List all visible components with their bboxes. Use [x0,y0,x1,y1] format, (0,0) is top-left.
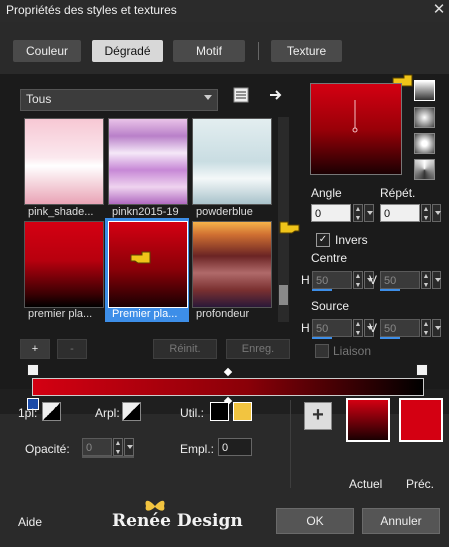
watermark-text: Renée Design [112,511,243,531]
foreground-stop-icon[interactable] [42,402,61,421]
link-label: Liaison [333,344,372,358]
invert-checkbox[interactable]: ✓ [316,233,330,247]
angle-dropdown[interactable] [364,204,374,222]
current-label: Actuel [349,477,383,491]
tab-degrade[interactable]: Dégradé [92,40,163,62]
repeat-label: Répét. [380,186,416,200]
angle-spinner[interactable]: ▲ ▼ [353,204,363,222]
pointer-hand-icon [279,221,300,234]
gradient-stop-top-right[interactable] [416,364,428,376]
location-input[interactable]: 0 [218,438,252,456]
radial-mode-button[interactable] [414,133,435,154]
cancel-button[interactable]: Annuler [362,508,440,534]
opacity-spinner[interactable]: ▲ ▼ [113,438,123,456]
remove-gradient-button[interactable]: - [57,339,87,359]
tab-couleur[interactable]: Couleur [13,40,81,62]
list-view-icon[interactable] [232,86,250,104]
centre-v-slider[interactable] [380,289,400,291]
repeat-dropdown[interactable] [432,204,441,222]
gradient-thumb[interactable] [24,118,104,205]
gradient-thumb[interactable] [192,221,272,308]
gradient-name: pink_shade... [28,206,94,218]
repeat-input[interactable]: 0 [380,204,420,222]
location-label: Empl.: [180,442,215,456]
reset-gradient-button[interactable]: Réinit. [153,339,217,359]
centre-h-slider[interactable] [312,289,332,291]
tab-separator [258,42,259,60]
opacity-label: Opacité: [25,442,70,456]
gradient-thumb[interactable] [192,118,272,205]
save-gradient-button[interactable]: Enreg. [226,339,290,359]
centre-v-dropdown[interactable] [432,271,441,289]
gradient-name: pinkn2015-19 [112,206,179,218]
ok-button[interactable]: OK [276,508,354,534]
add-gradient-button[interactable]: + [20,339,50,359]
sunburst-mode-button[interactable] [414,159,435,180]
centre-v-spinner[interactable]: ▲ ▼ [421,271,431,289]
opacity-slider[interactable] [82,456,134,458]
rectangular-mode-button[interactable] [414,107,435,128]
invert-label: Invers [335,233,368,247]
window-title: Propriétés des styles et textures [6,3,177,17]
source-v-dropdown[interactable] [432,319,441,337]
repeat-spinner[interactable]: ▲ ▼ [421,204,431,222]
source-v-input[interactable]: 50 [380,319,420,337]
gradient-editor-bar[interactable] [32,378,424,396]
link-checkbox[interactable] [315,344,329,358]
source-label: Source [311,299,350,313]
source-v-slider[interactable] [380,337,400,339]
gradient-name: premier pla... [28,308,93,320]
source-h-slider[interactable] [312,337,332,339]
gradient-stop-top-left[interactable] [27,364,39,376]
gradient-name: profondeur [196,308,250,320]
util-color-black[interactable] [210,402,229,421]
centre-v-label: V [369,273,378,287]
centre-h-input[interactable]: 50 [312,271,352,289]
angle-input[interactable]: 0 [311,204,351,222]
add-swatch-button[interactable]: + [304,402,332,430]
tab-motif[interactable]: Motif [173,40,245,62]
angle-label: Angle [311,186,342,200]
close-icon[interactable]: ✕ [429,0,449,22]
previous-label: Préc. [406,477,435,491]
background-stop-icon[interactable] [122,402,141,421]
help-button[interactable]: Aide [18,515,42,529]
arrow-right-icon[interactable] [268,87,284,103]
centre-v-input[interactable]: 50 [380,271,420,289]
tab-texture[interactable]: Texture [271,40,342,62]
source-v-label: V [369,321,378,335]
centre-h-label: H [301,273,310,287]
util-color-yellow[interactable] [233,402,252,421]
gradient-name-selected: Premier pla... [108,308,186,320]
vertical-divider [290,400,291,488]
previous-swatch[interactable] [399,398,443,442]
current-swatch [346,398,390,442]
util-label: Util.: [180,406,204,420]
gradient-thumb[interactable] [108,118,188,205]
center-handle-icon[interactable] [350,100,360,140]
opacity-input[interactable]: 0 [82,438,112,456]
centre-label: Centre [311,251,348,265]
opl-label: 1pl: [18,406,38,420]
source-h-spinner[interactable]: ▲ ▼ [353,319,363,337]
source-h-input[interactable]: 50 [312,319,352,337]
source-h-label: H [301,321,310,335]
gradient-name: powderblue [196,206,253,218]
linear-mode-button[interactable] [414,80,435,101]
category-value: Tous [26,92,52,106]
opacity-dropdown[interactable] [124,438,134,456]
chevron-down-icon [204,95,212,100]
pointer-hand-icon [130,251,151,264]
scrollbar-thumb[interactable] [279,285,288,305]
source-v-spinner[interactable]: ▲ ▼ [421,319,431,337]
arpl-label: Arpl: [95,406,120,420]
gradient-thumb[interactable] [24,221,104,308]
centre-h-spinner[interactable]: ▲ ▼ [353,271,363,289]
